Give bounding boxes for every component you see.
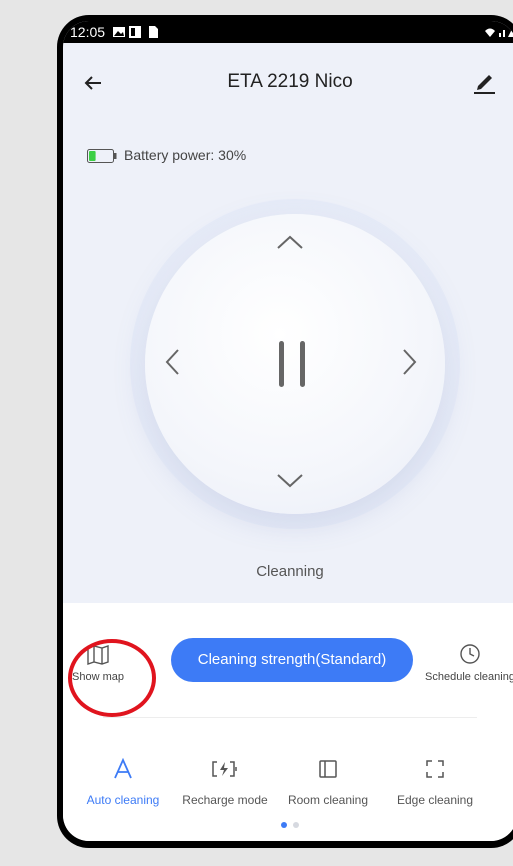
sim-card-icon [149,26,158,38]
mode-edge-cleaning[interactable]: Edge cleaning [390,753,480,807]
mode-auto-cleaning[interactable]: Auto cleaning [78,753,168,807]
battery-icon [87,149,117,163]
page-dot-active [281,822,287,828]
mode-label: Room cleaning [287,793,369,807]
mode-label: Auto cleaning [86,793,160,807]
cleaning-strength-button[interactable]: Cleaning strength(Standard) [171,638,413,682]
battery-label: Battery power: 30% [124,147,247,163]
flipboard-notification-icon [129,26,141,38]
mode-room-cleaning[interactable]: Room cleaning [283,753,373,807]
control-panel: Show map Cleaning strength(Standard) Sch… [63,603,513,841]
gallery-notification-icon [113,27,125,37]
mode-label: Recharge mode [182,793,268,807]
edge-icon [426,760,444,778]
clock-icon [460,644,480,664]
top-bar: ETA 2219 Nico [63,65,513,105]
signal-wifi-icon [483,25,513,42]
app-screen: 12:05 ETA 2219 Nico Battery power: 30% C… [63,21,513,841]
status-time: 12:05 [70,24,106,40]
edit-pencil-icon[interactable] [471,69,497,95]
cleaning-status: Cleanning [256,563,324,580]
highlight-circle [68,639,156,717]
pause-icon[interactable] [277,339,307,389]
status-bar: 12:05 [63,21,513,43]
left-arrow-icon[interactable] [163,347,181,377]
schedule-label: Schedule cleaning [425,671,513,683]
page-title: ETA 2219 Nico [227,71,353,92]
divider [103,717,477,718]
down-arrow-icon[interactable] [275,472,305,490]
letter-a-icon [114,758,132,779]
room-icon [319,760,337,778]
right-arrow-icon[interactable] [401,347,419,377]
schedule-cleaning-button[interactable]: Schedule cleaning [415,643,513,683]
up-arrow-icon[interactable] [275,233,305,251]
mode-recharge[interactable]: Recharge mode [180,753,270,807]
recharge-icon [212,761,237,777]
page-indicator [278,815,302,833]
mode-label: Edge cleaning [396,793,474,807]
page-dot [293,822,299,828]
